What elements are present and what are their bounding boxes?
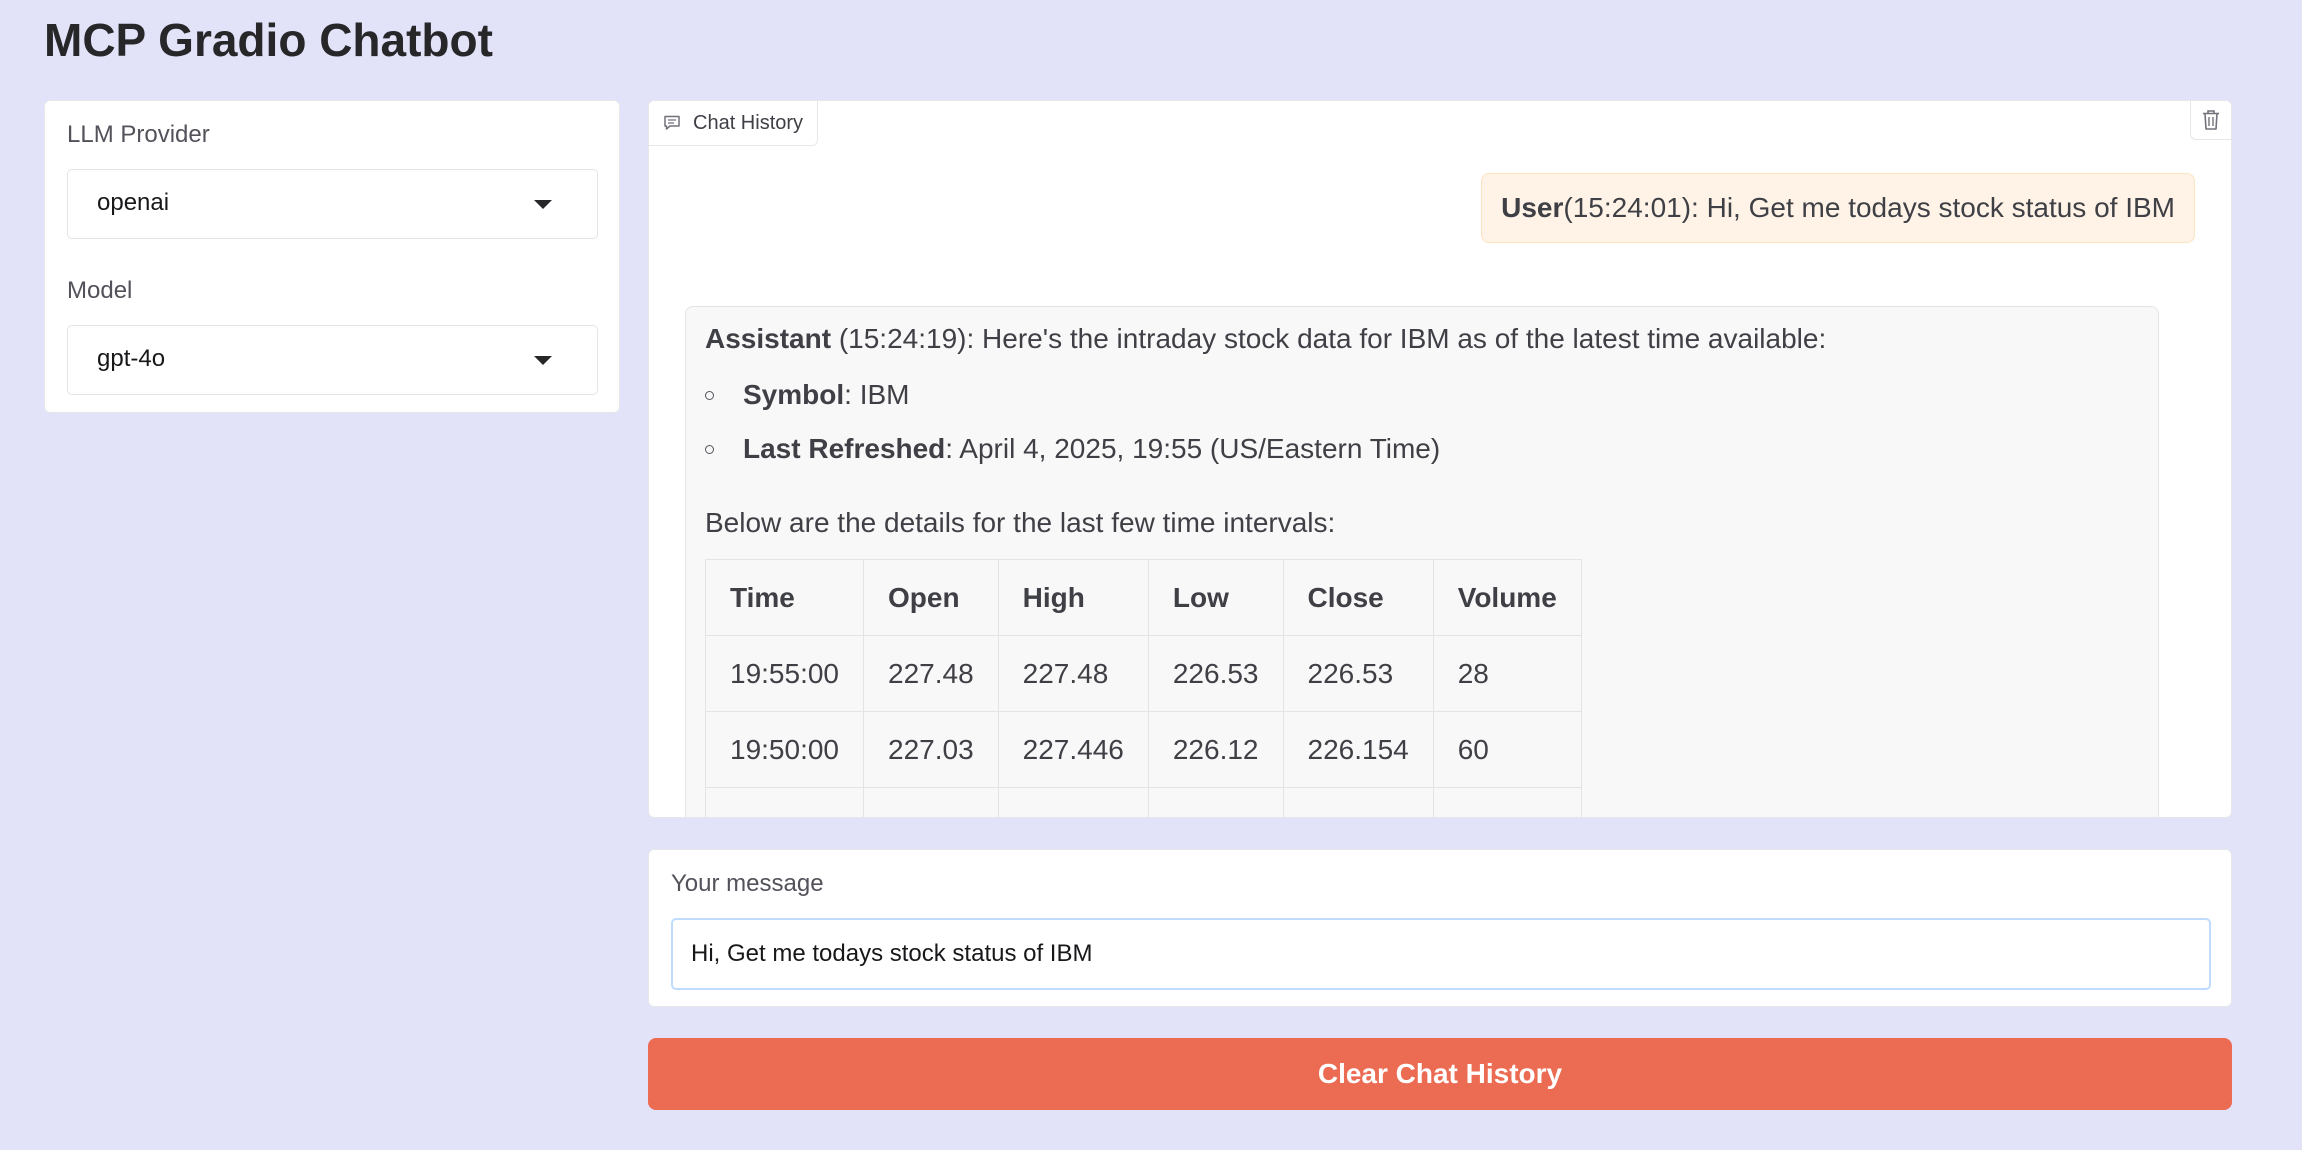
table-cell: 227.03 [863,711,999,788]
table-header-cell: Close [1282,559,1434,636]
table-header-row: Time Open High Low Close Volume [705,559,1582,636]
table-cell: 28 [1432,635,1582,712]
assistant-message-time: (15:24:19) [831,323,967,354]
table-row: 19:50:00 227.03 227.446 226.12 226.154 6… [705,711,1582,788]
clear-chat-icon-button[interactable] [2190,101,2231,140]
table-header-cell: Open [863,559,999,636]
settings-panel: LLM Provider openai Model gpt-4o [44,100,620,413]
bullet-key: Symbol [743,379,845,410]
table-cell: 19:55:00 [705,635,864,712]
table-header-cell: Volume [1432,559,1582,636]
table-cell [997,787,1149,817]
table-cell [1282,787,1434,817]
clear-chat-history-button[interactable]: Clear Chat History [648,1038,2232,1110]
bullet-value: : IBM [844,379,910,410]
table-cell: 226.12 [1147,711,1284,788]
bullet-icon [705,390,714,400]
table-header-cell: Time [705,559,864,636]
table-cell: 226.53 [1147,635,1284,712]
message-input[interactable] [671,918,2211,990]
message-panel: Your message [648,849,2232,1007]
bullet-value: : April 4, 2025, 19:55 (US/Eastern Time) [945,433,1441,464]
table-cell [705,787,864,817]
list-item: Last Refreshed: April 4, 2025, 19:55 (US… [705,433,1440,465]
table-cell [863,787,999,817]
chat-history-label: Chat History [649,101,819,146]
user-message-time: (15:24:01) [1563,192,1692,223]
table-cell: 19:50:00 [705,711,864,788]
caret-down-icon [534,200,552,209]
table-cell: 60 [1432,711,1582,788]
stock-data-table: Time Open High Low Close Volume 19:55:00… [705,559,1582,817]
bullet-key: Last Refreshed [743,433,946,464]
page-title: MCP Gradio Chatbot [44,14,493,66]
llm-provider-value: openai [97,189,170,216]
table-row: 19:55:00 227.48 227.48 226.53 226.53 28 [705,635,1582,712]
table-cell: 227.446 [997,711,1149,788]
model-label: Model [67,277,133,304]
table-cell: 227.48 [997,635,1149,712]
user-message-text: : Hi, Get me todays stock status of IBM [1691,192,2175,223]
trash-icon [2203,110,2219,130]
table-cell: 226.154 [1282,711,1434,788]
llm-provider-dropdown[interactable]: openai [67,169,598,239]
chat-history-panel[interactable]: Chat History User (15:24:01): Hi, Get me… [648,100,2232,818]
model-value: gpt-4o [97,345,166,372]
table-row [705,787,1582,817]
assistant-message-bubble: Assistant (15:24:19): Here's the intrada… [685,306,2159,817]
chat-bubble-icon [664,115,680,130]
assistant-message-text: : Here's the intraday stock data for IBM… [966,323,1827,354]
assistant-role: Assistant [705,323,832,354]
table-cell [1147,787,1284,817]
list-item: Symbol: IBM [705,379,909,411]
table-header-cell: High [997,559,1149,636]
chat-history-label-text: Chat History [693,111,804,134]
table-header-cell: Low [1147,559,1284,636]
caret-down-icon [534,356,552,365]
message-label: Your message [671,870,824,897]
table-cell [1432,787,1582,817]
model-dropdown[interactable]: gpt-4o [67,325,598,395]
details-intro: Below are the details for the last few t… [705,507,1336,538]
assistant-intro: Assistant (15:24:19): Here's the intrada… [705,323,1826,355]
user-message-bubble: User (15:24:01): Hi, Get me todays stock… [1481,173,2195,243]
table-cell: 227.48 [863,635,999,712]
user-role: User [1501,192,1564,223]
llm-provider-label: LLM Provider [67,121,210,148]
bullet-icon [705,444,714,454]
table-cell: 226.53 [1282,635,1434,712]
